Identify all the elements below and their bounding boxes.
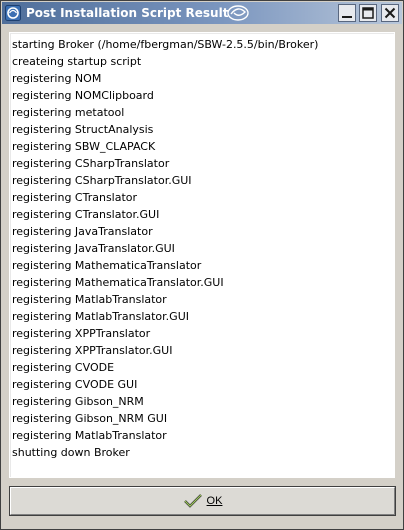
log-line: registering MatlabTranslator — [12, 293, 167, 306]
log-line: registering CSharpTranslator — [12, 157, 170, 170]
log-output[interactable]: starting Broker (/home/fbergman/SBW-2.5.… — [9, 32, 395, 478]
minimize-icon — [342, 16, 352, 18]
log-line: registering CSharpTranslator.GUI — [12, 174, 192, 187]
log-line: registering XPPTranslator.GUI — [12, 344, 173, 357]
swirl-logo-icon — [226, 3, 250, 23]
log-list: starting Broker (/home/fbergman/SBW-2.5.… — [12, 36, 318, 461]
log-line: registering metatool — [12, 106, 125, 119]
log-line: shutting down Broker — [12, 446, 130, 459]
close-icon — [384, 7, 396, 19]
log-line: registering SBW_CLAPACK — [12, 140, 156, 153]
log-line: registering JavaTranslator.GUI — [12, 242, 175, 255]
maximize-button[interactable] — [359, 4, 377, 22]
log-line: registering CTranslator — [12, 191, 138, 204]
log-line: registering MatlabTranslator — [12, 429, 167, 442]
log-line: registering NOMClipboard — [12, 89, 154, 102]
minimize-button[interactable] — [338, 4, 356, 22]
log-line: registering StructAnalysis — [12, 123, 154, 136]
log-line: registering CVODE — [12, 361, 115, 374]
log-line: registering CVODE GUI — [12, 378, 138, 391]
title-bar[interactable]: Post Installation Script Result — [2, 2, 402, 24]
log-line: registering JavaTranslator — [12, 225, 153, 238]
log-line: registering MatlabTranslator.GUI — [12, 310, 189, 323]
close-button[interactable] — [381, 4, 399, 22]
log-line: starting Broker (/home/fbergman/SBW-2.5.… — [12, 38, 319, 51]
log-line: registering Gibson_NRM GUI — [12, 412, 168, 425]
log-line: registering MathematicaTranslator — [12, 259, 202, 272]
checkmark-icon — [183, 494, 202, 508]
log-line: registering CTranslator.GUI — [12, 208, 160, 221]
ok-button-label: OK — [206, 495, 223, 507]
log-line: registering NOM — [12, 72, 102, 85]
window-title: Post Installation Script Result — [26, 6, 229, 20]
dialog-window: Post Installation Script Result starting… — [0, 0, 404, 530]
log-line: registering XPPTranslator — [12, 327, 151, 340]
log-line: createing startup script — [12, 55, 142, 68]
log-line: registering MathematicaTranslator.GUI — [12, 276, 224, 289]
log-line: registering Gibson_NRM — [12, 395, 144, 408]
app-icon[interactable] — [5, 5, 21, 21]
ok-button[interactable]: OK — [10, 487, 395, 515]
maximize-icon — [362, 7, 374, 19]
